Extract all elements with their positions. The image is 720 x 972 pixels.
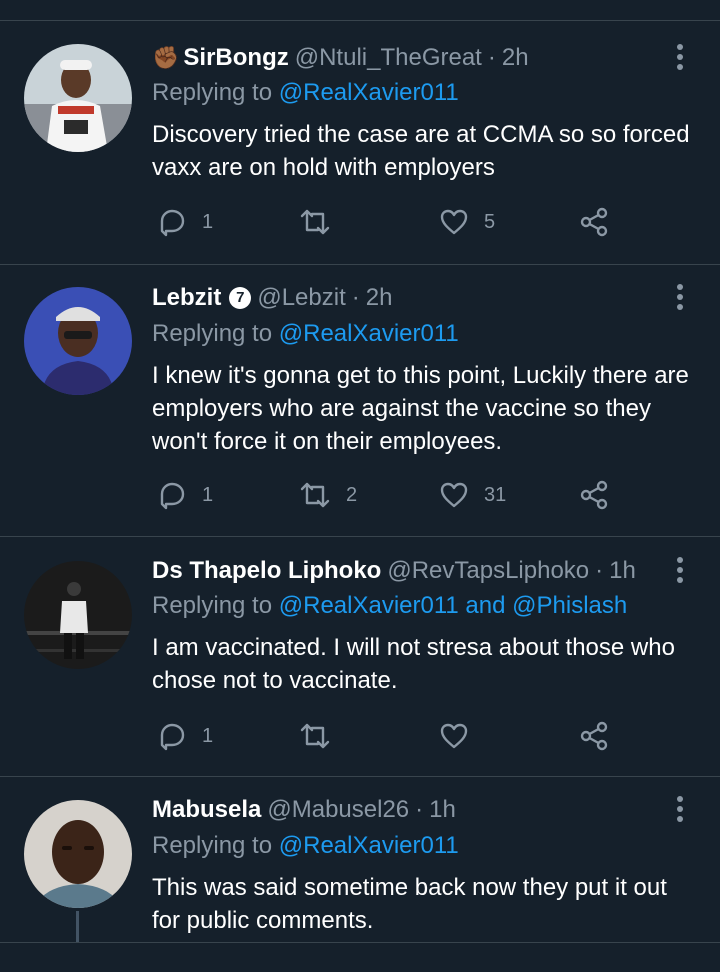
reply-tweet[interactable]: ✊🏾 SirBongz @Ntuli_TheGreat · 2h Replyin… <box>0 21 720 265</box>
replying-prefix: Replying to <box>152 79 273 106</box>
replying-prefix: Replying to <box>152 832 273 859</box>
verified-badge-icon: 7 <box>229 287 252 309</box>
display-name[interactable]: Ds Thapelo Liphoko <box>152 557 381 585</box>
timestamp[interactable]: 2h <box>366 284 393 312</box>
timestamp[interactable]: 1h <box>609 557 636 585</box>
like-icon <box>438 206 484 238</box>
like-icon <box>438 720 484 752</box>
retweet-icon <box>298 720 346 752</box>
tweet-actions: 1 2 31 <box>152 475 632 515</box>
retweet-icon <box>298 206 346 238</box>
replying-mention[interactable]: @RealXavier011 and @Phislash <box>279 592 627 619</box>
more-options-icon[interactable] <box>668 281 692 315</box>
reply-icon <box>156 206 202 238</box>
replying-to: Replying to @RealXavier011 <box>152 79 459 107</box>
reply-count: 1 <box>202 724 214 747</box>
timestamp[interactable]: 2h <box>502 44 529 72</box>
like-button[interactable]: 5 <box>438 202 495 242</box>
like-icon <box>438 479 484 511</box>
like-count: 31 <box>484 483 507 506</box>
share-icon <box>578 479 624 511</box>
share-button[interactable] <box>578 716 624 756</box>
share-icon <box>578 720 624 752</box>
user-handle[interactable]: @Ntuli_TheGreat <box>295 44 482 72</box>
retweet-icon <box>298 479 346 511</box>
separator-dot: · <box>415 796 424 823</box>
display-name[interactable]: SirBongz <box>183 44 288 72</box>
display-name[interactable]: Mabusela <box>152 796 261 824</box>
reply-tweet[interactable]: Ds Thapelo Liphoko @RevTapsLiphoko · 1h … <box>0 537 720 777</box>
tweet-header: Ds Thapelo Liphoko @RevTapsLiphoko · 1h <box>152 554 664 588</box>
avatar[interactable] <box>24 44 132 152</box>
reply-button[interactable]: 1 <box>156 716 213 756</box>
user-handle[interactable]: @RevTapsLiphoko <box>387 557 589 585</box>
retweet-button[interactable]: 2 <box>298 475 357 515</box>
more-options-icon[interactable] <box>668 41 692 75</box>
tweet-text: I knew it's gonna get to this point, Luc… <box>152 362 689 455</box>
replying-to: Replying to @RealXavier011 <box>152 320 459 348</box>
tweet-text: This was said sometime back now they put… <box>152 874 667 934</box>
name-emoji: ✊🏾 <box>152 45 180 70</box>
separator-dot: · <box>351 284 360 311</box>
avatar[interactable] <box>24 561 132 669</box>
tweet-text: I am vaccinated. I will not stresa about… <box>152 634 675 694</box>
tweet-header: Mabusela @Mabusel26 · 1h <box>152 793 664 827</box>
tweet-header: Lebzit 7 @Lebzit · 2h <box>152 281 664 315</box>
reply-icon <box>156 479 202 511</box>
replying-mention[interactable]: @RealXavier011 <box>279 832 459 859</box>
avatar[interactable] <box>24 800 132 908</box>
retweet-count: 2 <box>346 483 358 506</box>
reply-tweet[interactable]: Lebzit 7 @Lebzit · 2h Replying to @RealX… <box>0 265 720 537</box>
display-name[interactable]: Lebzit <box>152 284 221 312</box>
replying-prefix: Replying to <box>152 320 273 347</box>
top-divider <box>0 0 720 21</box>
user-handle[interactable]: @Lebzit <box>257 284 345 312</box>
like-button[interactable] <box>438 716 484 756</box>
separator-dot: · <box>595 557 604 584</box>
retweet-button[interactable] <box>298 202 346 242</box>
like-count: 5 <box>484 210 496 233</box>
timestamp[interactable]: 1h <box>429 796 456 824</box>
reply-count: 1 <box>202 210 214 233</box>
replying-mention[interactable]: @RealXavier011 <box>279 320 459 347</box>
replying-to: Replying to @RealXavier011 <box>152 832 459 860</box>
reply-button[interactable]: 1 <box>156 475 213 515</box>
avatar[interactable] <box>24 287 132 395</box>
share-button[interactable] <box>578 202 624 242</box>
share-icon <box>578 206 624 238</box>
tweet-actions: 1 5 <box>152 202 632 242</box>
separator-dot: · <box>487 44 496 71</box>
share-button[interactable] <box>578 475 624 515</box>
retweet-button[interactable] <box>298 716 346 756</box>
replying-mention[interactable]: @RealXavier011 <box>279 79 459 106</box>
thread-connector <box>76 911 79 942</box>
like-button[interactable]: 31 <box>438 475 506 515</box>
replying-to: Replying to @RealXavier011 and @Phislash <box>152 592 627 620</box>
tweet-actions: 1 <box>152 716 632 756</box>
tweet-header: ✊🏾 SirBongz @Ntuli_TheGreat · 2h <box>152 41 664 75</box>
replying-prefix: Replying to <box>152 592 273 619</box>
more-options-icon[interactable] <box>668 793 692 827</box>
reply-button[interactable]: 1 <box>156 202 213 242</box>
reply-count: 1 <box>202 483 214 506</box>
user-handle[interactable]: @Mabusel26 <box>267 796 409 824</box>
reply-tweet[interactable]: Mabusela @Mabusel26 · 1h Replying to @Re… <box>0 777 720 943</box>
reply-icon <box>156 720 202 752</box>
more-options-icon[interactable] <box>668 554 692 588</box>
tweet-text: Discovery tried the case are at CCMA so … <box>152 121 690 181</box>
